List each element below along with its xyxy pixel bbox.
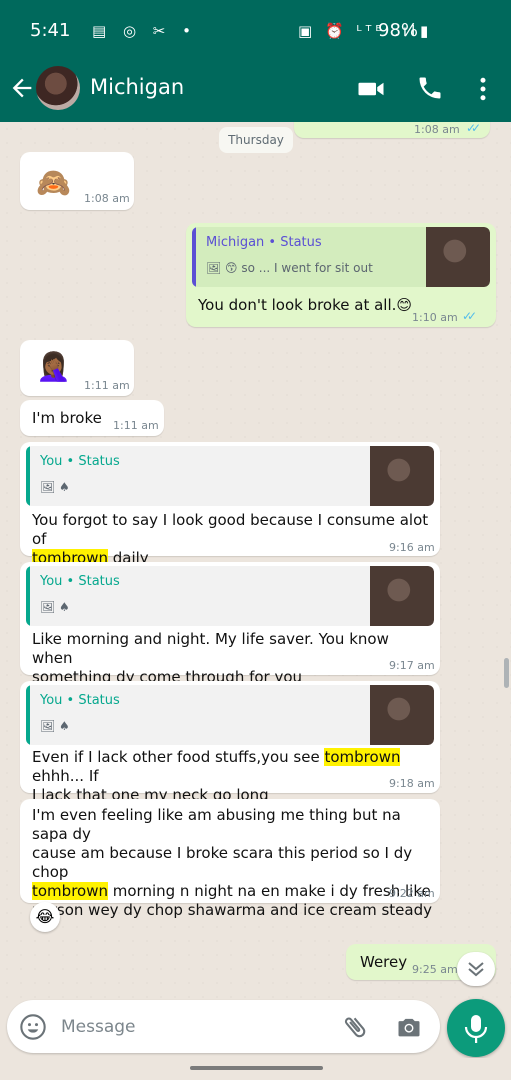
- quote-title: You • Status: [40, 693, 120, 708]
- message-input[interactable]: [61, 1012, 321, 1042]
- message-time: 9:22 am: [389, 887, 435, 900]
- quote-bar: [26, 685, 30, 745]
- mic-icon: [464, 1015, 488, 1043]
- message-text: You forgot to say I look good because I …: [32, 511, 429, 567]
- quote-bar: [26, 566, 30, 626]
- message-time: 9:16 am: [389, 541, 435, 554]
- quoted-status[interactable]: Michigan • Status 🖼 😙 so ... I went for …: [192, 227, 490, 287]
- scrollbar-thumb[interactable]: [504, 658, 509, 688]
- phone-icon[interactable]: [416, 74, 446, 104]
- message-bubble-incoming[interactable]: 🙈 1:08 am: [20, 152, 134, 210]
- message-composer: [7, 1000, 440, 1053]
- quote-title: You • Status: [40, 454, 120, 469]
- video-call-icon[interactable]: [356, 74, 386, 104]
- highlight-keyword: tombrown: [32, 882, 108, 900]
- message-emoji: 🙈: [36, 166, 71, 199]
- message-emoji: 🤦🏾‍♀️: [36, 350, 71, 383]
- quoted-status[interactable]: You • Status 🖼 ♠: [26, 446, 434, 506]
- read-ticks-icon: ✓✓: [462, 309, 477, 323]
- message-bubble-incoming[interactable]: 🤦🏾‍♀️ 1:11 am: [20, 340, 134, 396]
- message-bubble-outgoing[interactable]: Michigan • Status 🖼 😙 so ... I went for …: [186, 223, 496, 327]
- home-indicator[interactable]: [190, 1066, 323, 1070]
- message-time: 1:11 am: [113, 419, 159, 432]
- status-time: 5:41: [30, 20, 71, 41]
- message-text: You don't look broke at all.😊: [198, 296, 413, 314]
- contact-name[interactable]: Michigan: [90, 75, 184, 99]
- message-text: I'm even feeling like am abusing me thin…: [32, 806, 432, 919]
- mic-button[interactable]: [447, 999, 505, 1057]
- message-time: 9:17 am: [389, 659, 435, 672]
- quote-bar: [192, 227, 196, 287]
- message-bubble-incoming[interactable]: You • Status 🖼 ♠ Even if I lack other fo…: [20, 681, 440, 804]
- status-bar: 5:41 ▤ ◎ ✂ • ▣ ⏰ ᴸᵀᴱ .ıl 98% ▮: [0, 0, 511, 58]
- quote-text: 🖼 ♠: [40, 480, 70, 494]
- reaction-emoji[interactable]: 😂: [30, 902, 60, 932]
- message-bubble-incoming[interactable]: You • Status 🖼 ♠ Like morning and night.…: [20, 562, 440, 686]
- message-bubble-incoming[interactable]: I'm even feeling like am abusing me thin…: [20, 799, 440, 919]
- camera-icon[interactable]: [395, 1013, 423, 1041]
- battery-level: 98%: [378, 20, 419, 41]
- quote-text: 🖼 ♠: [40, 600, 70, 614]
- quote-text: 🖼 ♠: [40, 719, 70, 733]
- more-vert-icon[interactable]: [468, 74, 498, 104]
- message-bubble-outgoing[interactable]: 1:08 am ✓✓: [294, 122, 490, 138]
- quote-bar: [26, 446, 30, 506]
- quoted-status[interactable]: You • Status 🖼 ♠: [26, 685, 434, 745]
- highlight-keyword: tombrown: [324, 748, 401, 766]
- quoted-status[interactable]: You • Status 🖼 ♠: [26, 566, 434, 626]
- message-text: Werey: [360, 953, 408, 971]
- message-time: 1:11 am: [84, 379, 130, 392]
- message-time: 1:08 am: [414, 123, 460, 136]
- chat-area[interactable]: 1:08 am ✓✓ Thursday 🙈 1:08 am Michigan •…: [0, 122, 511, 1000]
- emoji-icon[interactable]: [19, 1013, 47, 1041]
- back-arrow-icon[interactable]: [8, 74, 38, 104]
- chat-header: Michigan: [0, 58, 511, 122]
- date-separator: Thursday: [219, 127, 293, 153]
- message-bubble-incoming[interactable]: I'm broke 1:11 am: [20, 400, 164, 436]
- attach-icon[interactable]: [341, 1013, 369, 1041]
- message-bubble-incoming[interactable]: You • Status 🖼 ♠ You forgot to say I loo…: [20, 442, 440, 567]
- scroll-to-bottom-button[interactable]: [457, 952, 495, 986]
- message-time: 9:25 am: [412, 963, 458, 976]
- status-thumbnail: [370, 446, 434, 506]
- quote-title: You • Status: [40, 574, 120, 589]
- message-time: 9:18 am: [389, 777, 435, 790]
- message-text: Even if I lack other food stuffs,you see…: [32, 748, 401, 804]
- chevron-down-icon: [468, 962, 484, 977]
- message-text: Like morning and night. My life saver. Y…: [32, 630, 389, 686]
- system-nav-bar: [0, 1058, 511, 1080]
- quote-title: Michigan • Status: [206, 235, 322, 250]
- message-text: I'm broke: [32, 409, 102, 427]
- status-notification-icons: ▤ ◎ ✂ •: [92, 22, 197, 40]
- message-time: 1:10 am: [412, 311, 458, 324]
- status-thumbnail: [370, 566, 434, 626]
- quote-text: 🖼 😙 so ... I went for sit out: [206, 261, 373, 275]
- message-time: 1:08 am: [84, 192, 130, 205]
- battery-icon: ▮: [420, 22, 429, 40]
- avatar[interactable]: [36, 66, 80, 110]
- read-ticks-icon: ✓✓: [466, 122, 481, 135]
- status-thumbnail: [426, 227, 490, 287]
- status-thumbnail: [370, 685, 434, 745]
